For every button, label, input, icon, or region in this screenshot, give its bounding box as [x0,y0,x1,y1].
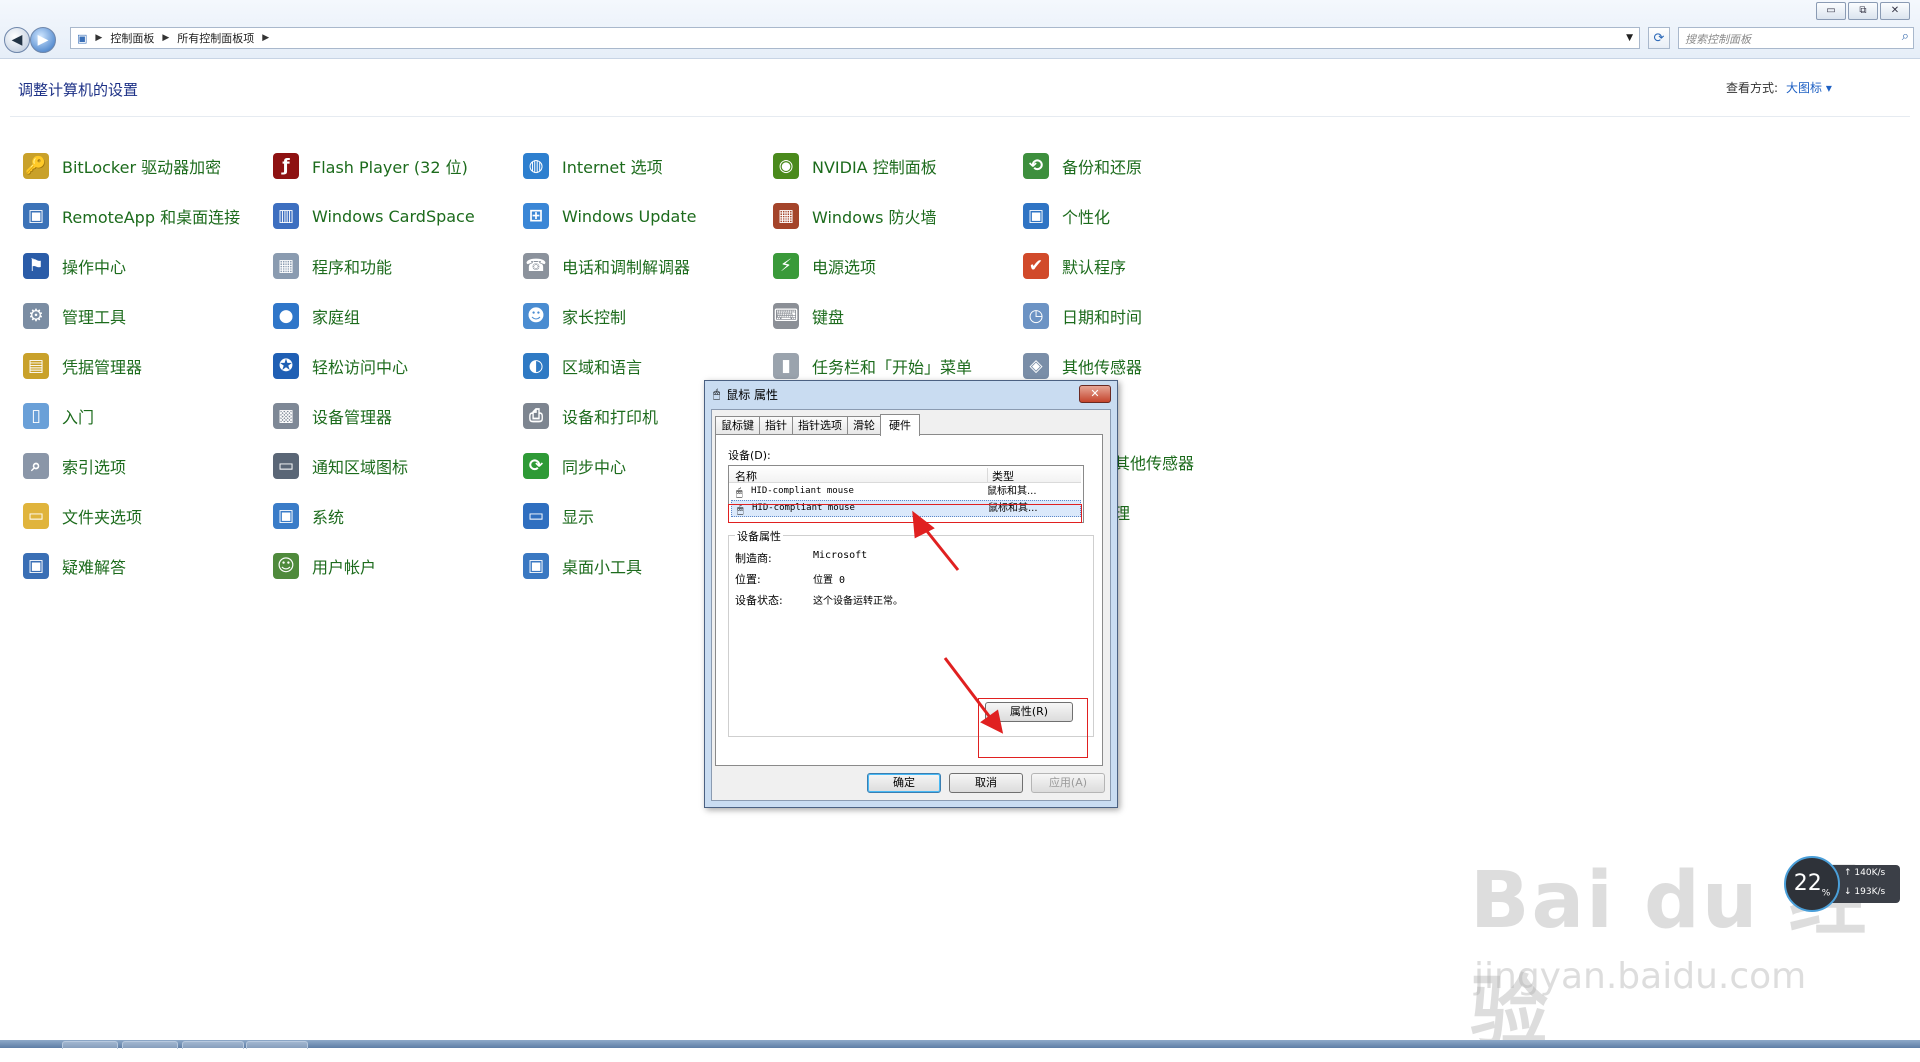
arrow-icon [943,657,1004,734]
cpu-gauge: 22% [1784,856,1840,912]
cpu-unit: % [1821,888,1831,899]
baidu-watermark-url: jingyan.baidu.com [1474,956,1807,997]
download-speed: ↓ 193K/s [1844,887,1886,897]
cpu-value: 22 [1793,871,1822,896]
network-speed-widget[interactable]: 22% ↑ 140K/s ↓ 193K/s [1784,856,1904,912]
arrow-icon [912,510,960,571]
tab-hardware[interactable]: 硬件 [880,414,920,436]
upload-speed: ↑ 140K/s [1844,868,1886,878]
